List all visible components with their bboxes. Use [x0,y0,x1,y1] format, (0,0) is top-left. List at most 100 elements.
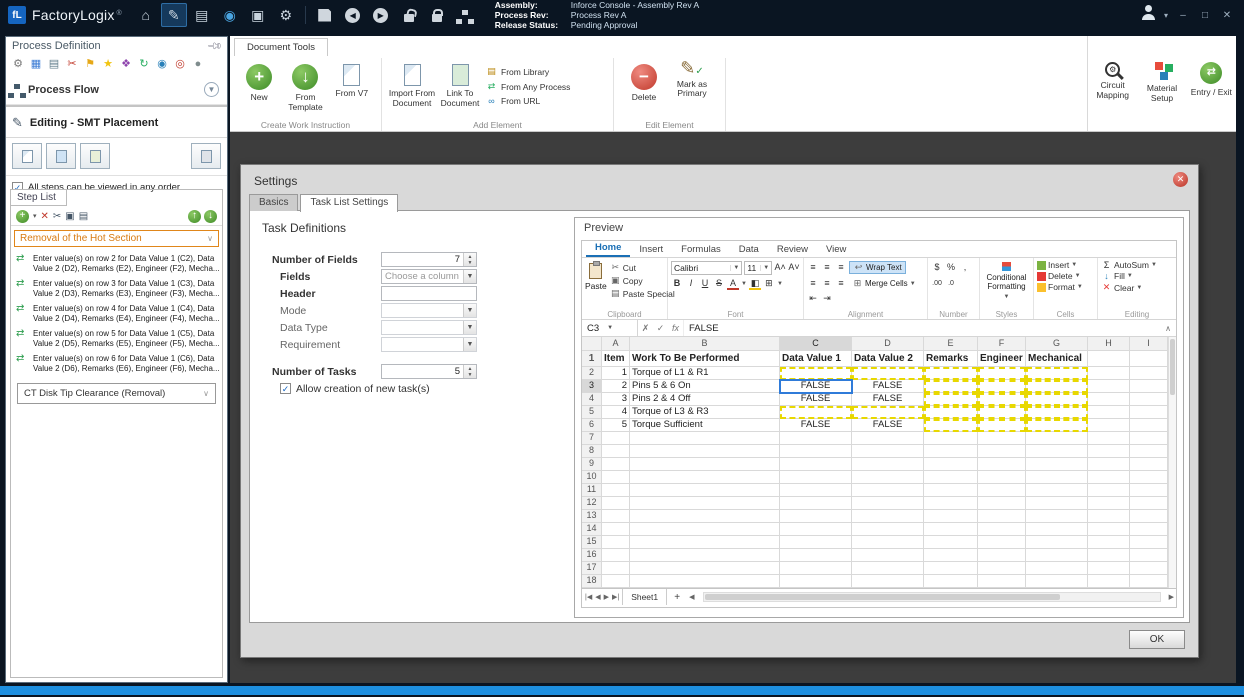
cell-C4[interactable]: FALSE [780,393,852,406]
row-header-5[interactable]: 5 [582,406,602,419]
restore-icon[interactable]: □ [1198,10,1212,21]
back-icon[interactable]: ◀ [340,3,366,27]
merge-cells-button[interactable]: ⊞ Merge Cells ▼ [849,277,919,290]
cell-C8[interactable] [780,445,852,458]
cell-F18[interactable] [978,575,1026,588]
pin-icon[interactable]: 📌︎ [206,38,223,55]
cell-A7[interactable] [602,432,630,445]
borders-caret-icon[interactable]: ▼ [777,281,783,287]
cell-A4[interactable]: 3 [602,393,630,406]
cell-F8[interactable] [978,445,1026,458]
cell-H8[interactable] [1088,445,1130,458]
column-header-E[interactable]: E [924,337,978,351]
cell-C5[interactable] [780,406,852,419]
mark-as-primary-button[interactable]: ✎✓ Mark as Primary [668,59,716,118]
row-header-14[interactable]: 14 [582,523,602,536]
row-header-4[interactable]: 4 [582,393,602,406]
column-header-F[interactable]: F [978,337,1026,351]
cell-B8[interactable] [630,445,780,458]
cell-D17[interactable] [852,562,924,575]
cell-H11[interactable] [1088,484,1130,497]
row-header-3[interactable]: 3 [582,380,602,393]
step-list-item[interactable]: ⇄ Enter value(s) on row 2 for Data Value … [11,251,222,276]
import-document-button[interactable] [46,143,76,169]
conditional-formatting-caret-icon[interactable]: ▼ [1004,293,1010,302]
cell-H15[interactable] [1088,536,1130,549]
cell-F3[interactable] [978,380,1026,393]
cell-F7[interactable] [978,432,1026,445]
fill-color-icon[interactable]: ◧ [748,277,761,290]
cell-C13[interactable] [780,510,852,523]
row-header-16[interactable]: 16 [582,549,602,562]
circuit-mapping-button[interactable]: ⚙ Circuit Mapping [1090,62,1136,100]
cell-D14[interactable] [852,523,924,536]
cell-E15[interactable] [924,536,978,549]
paste-button[interactable]: Paste [585,260,607,299]
cell-E13[interactable] [924,510,978,523]
cut-icon[interactable]: ✂ [64,57,80,71]
font-name-combo[interactable]: Calibri ▼ [671,260,743,275]
minimize-icon[interactable]: – [1176,10,1190,21]
cell-C17[interactable] [780,562,852,575]
cell-G13[interactable] [1026,510,1088,523]
add-step-icon[interactable]: + [16,209,29,223]
italic-icon[interactable]: I [685,277,697,290]
delete-button[interactable]: − Delete [620,61,668,118]
cell-C18[interactable] [780,575,852,588]
close-icon[interactable]: ✕ [1220,10,1234,21]
cell-A1[interactable]: Item [602,351,630,367]
cell-C10[interactable] [780,471,852,484]
material-setup-button[interactable]: Material Setup [1139,62,1185,103]
increase-indent-icon[interactable]: ⇥ [821,292,833,305]
copy-step-icon[interactable]: ▣ [65,211,74,222]
delete-cells-button[interactable]: Delete ▼ [1037,271,1094,281]
cell-G9[interactable] [1026,458,1088,471]
cell-B2[interactable]: Torque of L1 & R1 [630,367,780,380]
entry-exit-button[interactable]: ⇄ Entry / Exit [1188,62,1234,98]
cell-I3[interactable] [1130,380,1168,393]
name-box[interactable]: C3 ▼ [582,320,638,336]
row-header-1[interactable]: 1 [582,351,602,367]
next-sheet-icon[interactable]: ▶ [604,593,609,601]
cell-I18[interactable] [1130,575,1168,588]
cell-F5[interactable] [978,406,1026,419]
font-color-icon[interactable]: A [727,277,739,290]
mode-dropdown[interactable]: ▼ [381,303,477,318]
close-dialog-icon[interactable]: ✕ [1173,172,1188,187]
cell-G5[interactable] [1026,406,1088,419]
cell-B11[interactable] [630,484,780,497]
from-library-button[interactable]: ▤ From Library [486,66,570,77]
cell-A3[interactable]: 2 [602,380,630,393]
grid-icon[interactable]: ▦ [28,57,44,71]
select-all-corner[interactable] [582,337,602,351]
first-sheet-icon[interactable]: |◀ [585,593,592,601]
row-header-17[interactable]: 17 [582,562,602,575]
align-left-icon[interactable]: ≡ [807,277,819,290]
row-header-10[interactable]: 10 [582,471,602,484]
cell-A10[interactable] [602,471,630,484]
prev-sheet-icon[interactable]: ◀ [595,593,600,601]
wrap-text-button[interactable]: ↩ Wrap Text [849,261,906,274]
cell-G17[interactable] [1026,562,1088,575]
cell-I16[interactable] [1130,549,1168,562]
row-header-9[interactable]: 9 [582,458,602,471]
cell-H7[interactable] [1088,432,1130,445]
underline-icon[interactable]: U [699,277,711,290]
comma-icon[interactable]: , [959,261,971,274]
media-disc-icon[interactable]: ◉ [217,3,243,27]
number-of-fields-spinner[interactable]: 7 ▲ ▼ [381,252,477,267]
settings-icon[interactable]: ⚙ [10,57,26,71]
cell-B3[interactable]: Pins 5 & 6 On [630,380,780,393]
row-header-2[interactable]: 2 [582,367,602,380]
paste-step-icon[interactable]: ▤ [79,211,88,222]
user-menu-caret-icon[interactable]: ▾ [1164,11,1168,20]
scroll-right-icon[interactable]: ▶ [1167,593,1176,601]
header-input[interactable] [381,286,477,301]
from-v7-button[interactable]: From V7 [329,61,375,118]
column-header-I[interactable]: I [1130,337,1168,351]
cell-H17[interactable] [1088,562,1130,575]
step-list-item[interactable]: ⇄ Enter value(s) on row 4 for Data Value … [11,301,222,326]
cut-step-icon[interactable]: ✂ [53,211,61,222]
tab-basics[interactable]: Basics [249,194,299,211]
cell-I9[interactable] [1130,458,1168,471]
